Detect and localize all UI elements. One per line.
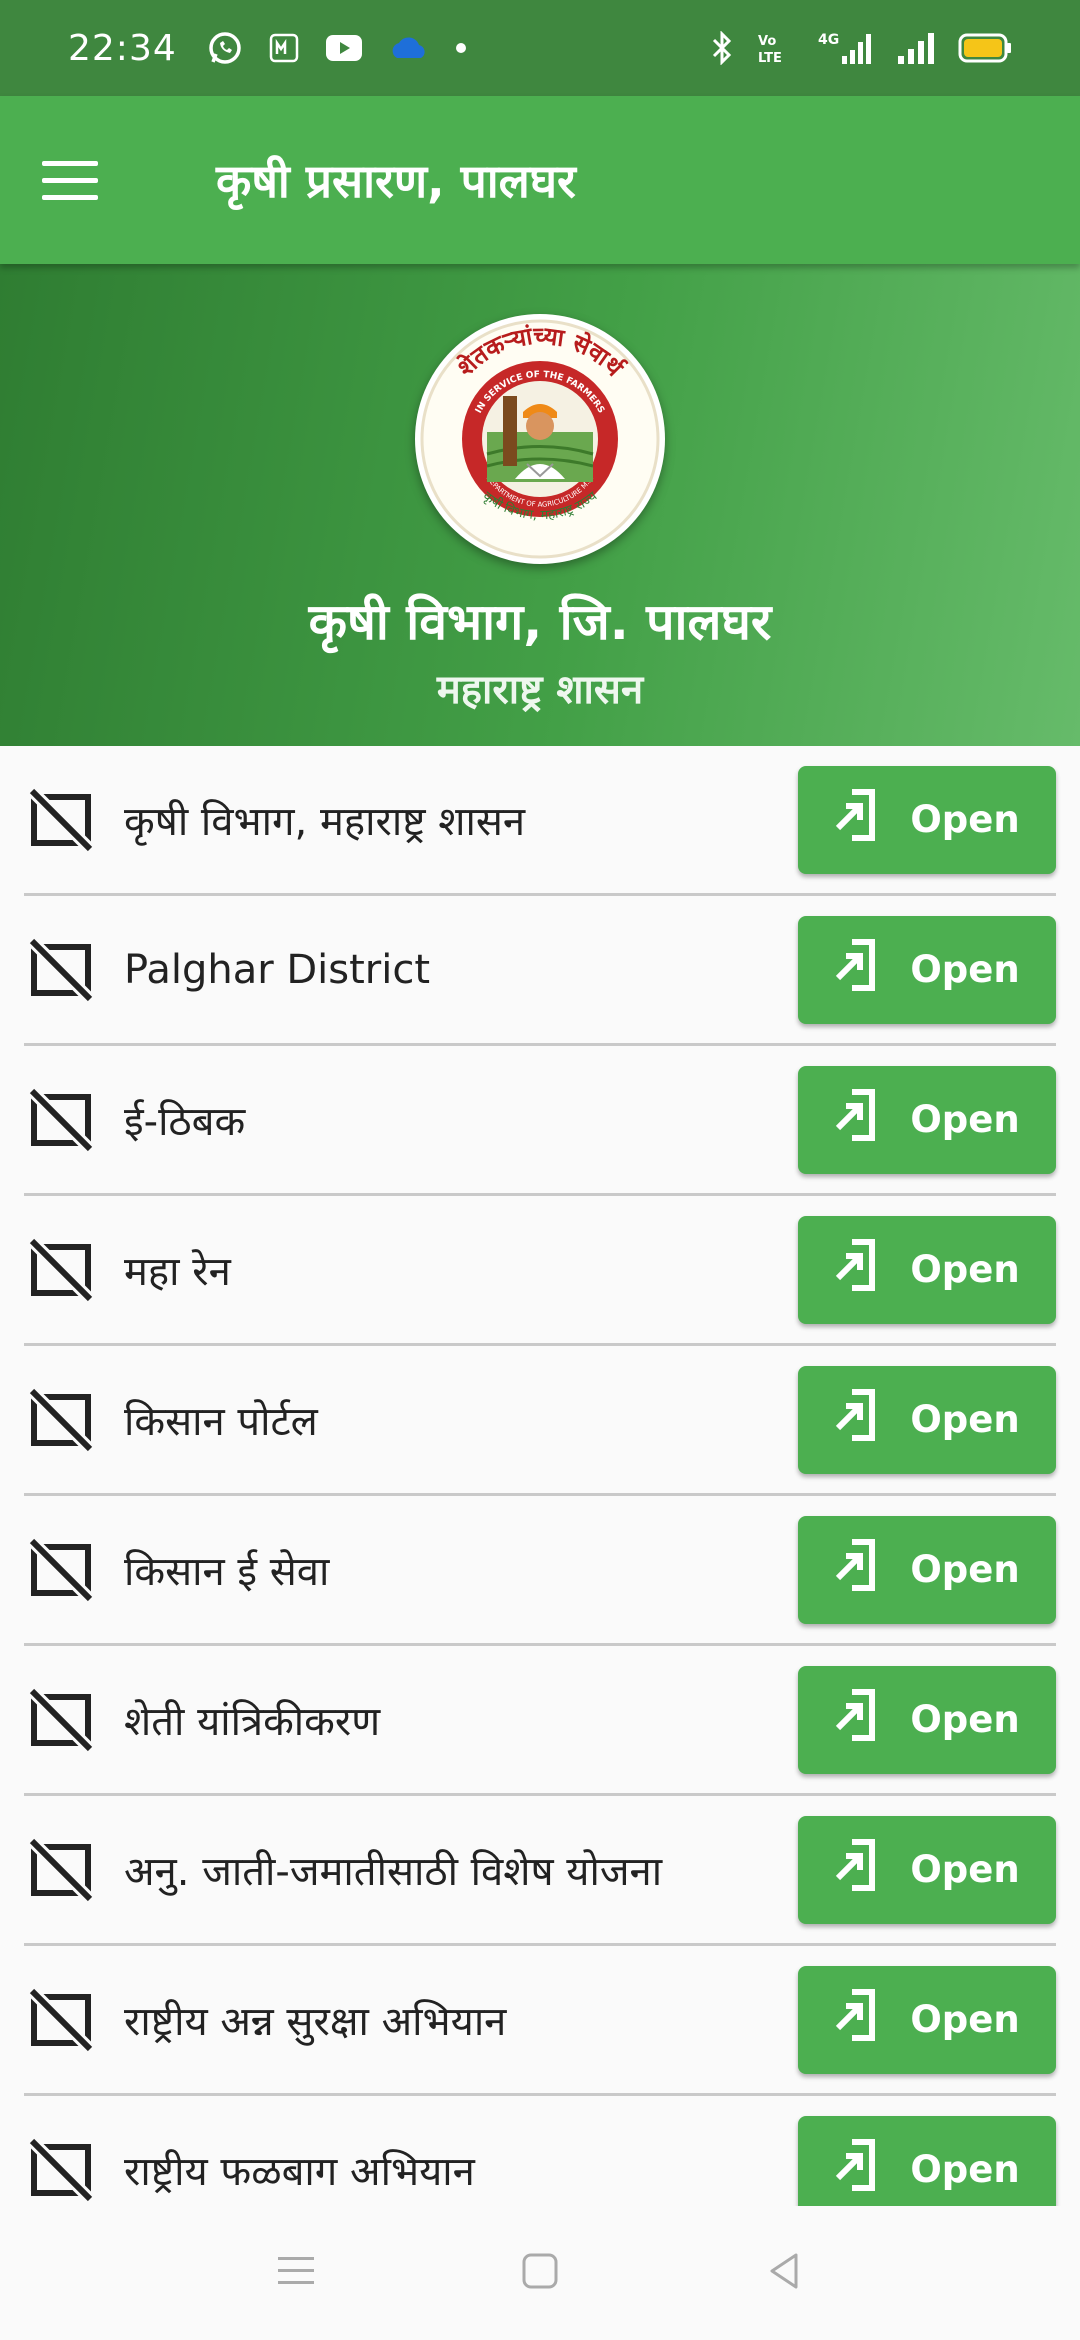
open-in-new-icon — [834, 1088, 880, 1151]
open-button-label: Open — [910, 948, 1020, 991]
open-in-new-icon — [834, 1988, 880, 2051]
system-nav-bar — [0, 2206, 1080, 2340]
list-item: कृषी विभाग, महाराष्ट्र शासन Open — [24, 746, 1056, 896]
list-item-label: किसान ई सेवा — [124, 1549, 330, 1595]
list-item: महा रेन Open — [24, 1196, 1056, 1346]
list-item-label: अनु. जाती-जमातीसाठी विशेष योजना — [124, 1849, 663, 1895]
open-button[interactable]: Open — [798, 1965, 1056, 2074]
list-item-label: ई-ठिबक — [124, 1099, 246, 1145]
image-not-available-icon — [25, 1534, 97, 1605]
open-button-label: Open — [910, 1848, 1020, 1891]
open-in-new-icon — [834, 1388, 880, 1451]
image-not-available-icon — [25, 1684, 97, 1755]
svg-text:Vo: Vo — [758, 34, 776, 49]
status-left-icons — [207, 30, 467, 66]
list-item: किसान ई सेवा Open — [24, 1496, 1056, 1646]
open-button-label: Open — [910, 1248, 1020, 1291]
list-item-label: महा रेन — [124, 1249, 231, 1295]
dot-icon — [455, 42, 467, 54]
image-not-available-icon — [25, 1984, 97, 2055]
image-not-available-icon — [25, 1234, 97, 1305]
list-item: अनु. जाती-जमातीसाठी विशेष योजना Open — [24, 1796, 1056, 1946]
links-list[interactable]: कृषी विभाग, महाराष्ट्र शासन Open Palghar D… — [0, 746, 1080, 2206]
battery-icon — [958, 33, 1012, 63]
image-not-available-icon — [25, 934, 97, 1005]
status-time: 22:34 — [68, 27, 177, 69]
list-item-label: राष्ट्रीय फळबाग अभियान — [124, 2149, 475, 2195]
list-item-label: कृषी विभाग, महाराष्ट्र शासन — [124, 799, 526, 845]
image-not-available-icon — [25, 2134, 97, 2205]
svg-text:LTE: LTE — [758, 51, 782, 65]
list-item: राष्ट्रीय फळबाग अभियान Open — [24, 2096, 1056, 2206]
recents-icon[interactable] — [274, 2251, 318, 2296]
app-title: कृषी प्रसारण, पालघर — [216, 154, 576, 208]
svg-text:4G: 4G — [818, 32, 839, 48]
status-right-icons: Vo LTE 4G — [710, 30, 1012, 66]
open-button-label: Open — [910, 798, 1020, 841]
open-button-label: Open — [910, 1098, 1020, 1141]
list-item: ई-ठिबक Open — [24, 1046, 1056, 1196]
open-button[interactable]: Open — [798, 1665, 1056, 1774]
home-icon[interactable] — [518, 2249, 562, 2298]
list-item: Palghar District Open — [24, 896, 1056, 1046]
open-button[interactable]: Open — [798, 915, 1056, 1024]
open-in-new-icon — [834, 1838, 880, 1901]
list-item-label: शेती यांत्रिकीकरण — [124, 1699, 381, 1745]
app-bar: कृषी प्रसारण, पालघर — [0, 96, 1080, 264]
open-button[interactable]: Open — [798, 765, 1056, 874]
open-button[interactable]: Open — [798, 2115, 1056, 2206]
youtube-icon — [325, 34, 363, 62]
open-in-new-icon — [834, 1688, 880, 1751]
image-not-available-icon — [25, 784, 97, 855]
open-button[interactable]: Open — [798, 1365, 1056, 1474]
list-item-label: राष्ट्रीय अन्न सुरक्षा अभियान — [124, 1999, 507, 2045]
open-in-new-icon — [834, 2138, 880, 2201]
bluetooth-icon — [710, 31, 734, 65]
image-not-available-icon — [25, 1084, 97, 1155]
department-seal-logo: शेतकऱ्यांच्या सेवार्थ कृषी विभाग, महाराष… — [415, 314, 665, 564]
drawer-header: शेतकऱ्यांच्या सेवार्थ कृषी विभाग, महाराष… — [0, 264, 1080, 746]
signal-4g-icon: 4G — [818, 30, 874, 66]
open-in-new-icon — [834, 1538, 880, 1601]
list-item: शेती यांत्रिकीकरण Open — [24, 1646, 1056, 1796]
open-in-new-icon — [834, 938, 880, 1001]
list-item: राष्ट्रीय अन्न सुरक्षा अभियान Open — [24, 1946, 1056, 2096]
header-subtitle: महाराष्ट्र शासन — [436, 667, 644, 713]
open-button[interactable]: Open — [798, 1215, 1056, 1324]
open-button-label: Open — [910, 1698, 1020, 1741]
signal-icon — [896, 30, 936, 66]
open-button[interactable]: Open — [798, 1815, 1056, 1924]
open-button[interactable]: Open — [798, 1515, 1056, 1624]
open-button-label: Open — [910, 1998, 1020, 2041]
image-not-available-icon — [25, 1834, 97, 1905]
whatsapp-icon — [207, 30, 243, 66]
open-in-new-icon — [834, 1238, 880, 1301]
header-title: कृषी विभाग, जि. पालघर — [308, 593, 772, 651]
hamburger-menu-icon[interactable] — [42, 138, 126, 222]
open-button-label: Open — [910, 2148, 1020, 2191]
open-button[interactable]: Open — [798, 1065, 1056, 1174]
open-button-label: Open — [910, 1398, 1020, 1441]
image-not-available-icon — [25, 1384, 97, 1455]
volte-icon: Vo LTE — [756, 31, 796, 65]
notification-m-icon — [269, 33, 299, 63]
open-button-label: Open — [910, 1548, 1020, 1591]
list-item-label: Palghar District — [124, 946, 431, 993]
back-icon[interactable] — [762, 2249, 806, 2298]
list-item-label: किसान पोर्टल — [124, 1399, 318, 1445]
open-in-new-icon — [834, 788, 880, 851]
status-bar: 22:34 Vo LTE 4G — [0, 0, 1080, 96]
list-item: किसान पोर्टल Open — [24, 1346, 1056, 1496]
cloud-icon — [389, 34, 429, 62]
